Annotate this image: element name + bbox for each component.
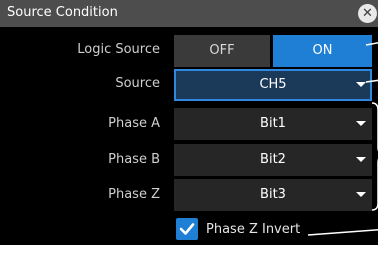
callout-line-source [365, 78, 388, 83]
callout-line-invert [307, 228, 388, 236]
callout-line-logic-source [365, 40, 388, 46]
callout-bracket-phases [371, 102, 388, 211]
callout-lines [307, 40, 388, 236]
